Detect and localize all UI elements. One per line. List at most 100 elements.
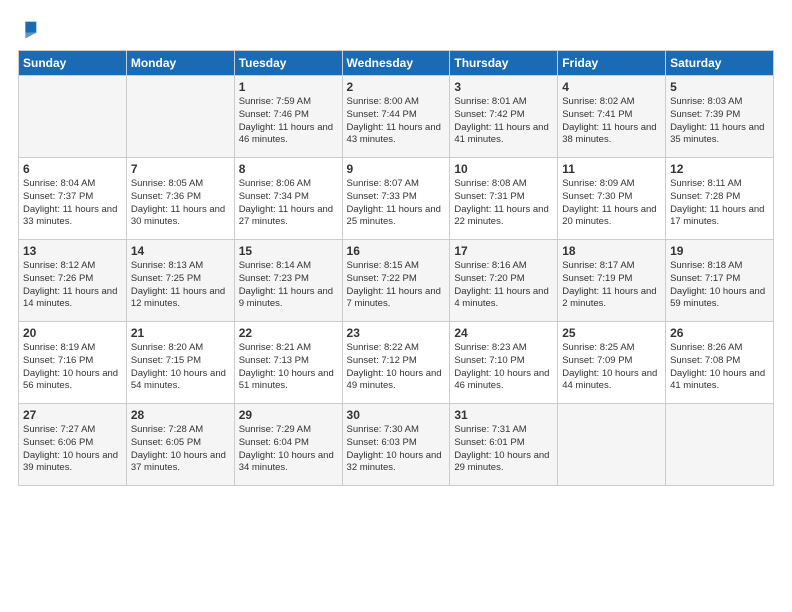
calendar-cell: 2 Sunrise: 8:00 AM Sunset: 7:44 PM Daylig… bbox=[342, 76, 450, 158]
calendar-cell: 28Sunrise: 7:28 AM Sunset: 6:05 PM Dayli… bbox=[126, 404, 234, 486]
day-number: 7 bbox=[131, 162, 230, 176]
calendar-body: 1 Sunrise: 7:59 AM Sunset: 7:46 PM Daylig… bbox=[19, 76, 774, 486]
cell-info: Sunrise: 8:08 AM Sunset: 7:31 PM Dayligh… bbox=[454, 178, 553, 229]
cell-info: Sunrise: 8:12 AM Sunset: 7:26 PM Dayligh… bbox=[23, 260, 122, 311]
calendar-cell: 16Sunrise: 8:15 AM Sunset: 7:22 PM Dayli… bbox=[342, 240, 450, 322]
calendar-cell bbox=[19, 76, 127, 158]
cell-info: Sunrise: 8:22 AM Sunset: 7:12 PM Dayligh… bbox=[347, 342, 446, 393]
calendar-cell: 11 Sunrise: 8:09 AM Sunset: 7:30 PM Dayli… bbox=[558, 158, 666, 240]
day-number: 13 bbox=[23, 244, 122, 258]
calendar-cell: 19 Sunrise: 8:18 AM Sunset: 7:17 PM Dayli… bbox=[666, 240, 774, 322]
page-container: SundayMondayTuesdayWednesdayThursdayFrid… bbox=[0, 0, 792, 496]
calendar-cell: 5 Sunrise: 8:03 AM Sunset: 7:39 PM Daylig… bbox=[666, 76, 774, 158]
column-header-thursday: Thursday bbox=[450, 51, 558, 76]
cell-info: Sunrise: 8:11 AM Sunset: 7:28 PM Dayligh… bbox=[670, 178, 769, 229]
calendar-cell: 14 Sunrise: 8:13 AM Sunset: 7:25 PM Dayli… bbox=[126, 240, 234, 322]
cell-info: Sunrise: 8:23 AM Sunset: 7:10 PM Dayligh… bbox=[454, 342, 553, 393]
cell-info: Sunrise: 8:00 AM Sunset: 7:44 PM Dayligh… bbox=[347, 96, 446, 147]
day-number: 8 bbox=[239, 162, 338, 176]
cell-info: Sunrise: 8:02 AM Sunset: 7:41 PM Dayligh… bbox=[562, 96, 661, 147]
week-row-4: 20 Sunrise: 8:19 AM Sunset: 7:16 PM Dayli… bbox=[19, 322, 774, 404]
calendar-cell: 9 Sunrise: 8:07 AM Sunset: 7:33 PM Daylig… bbox=[342, 158, 450, 240]
day-number: 18 bbox=[562, 244, 661, 258]
calendar-cell: 3Sunrise: 8:01 AM Sunset: 7:42 PM Daylig… bbox=[450, 76, 558, 158]
column-header-tuesday: Tuesday bbox=[234, 51, 342, 76]
cell-info: Sunrise: 8:20 AM Sunset: 7:15 PM Dayligh… bbox=[131, 342, 230, 393]
calendar-cell bbox=[558, 404, 666, 486]
day-number: 15 bbox=[239, 244, 338, 258]
calendar-cell: 27 Sunrise: 7:27 AM Sunset: 6:06 PM Dayli… bbox=[19, 404, 127, 486]
cell-info: Sunrise: 8:13 AM Sunset: 7:25 PM Dayligh… bbox=[131, 260, 230, 311]
cell-info: Sunrise: 7:29 AM Sunset: 6:04 PM Dayligh… bbox=[239, 424, 338, 475]
calendar-cell bbox=[666, 404, 774, 486]
cell-info: Sunrise: 8:04 AM Sunset: 7:37 PM Dayligh… bbox=[23, 178, 122, 229]
cell-info: Sunrise: 7:59 AM Sunset: 7:46 PM Dayligh… bbox=[239, 96, 338, 147]
column-header-wednesday: Wednesday bbox=[342, 51, 450, 76]
week-row-5: 27 Sunrise: 7:27 AM Sunset: 6:06 PM Dayli… bbox=[19, 404, 774, 486]
day-number: 3 bbox=[454, 80, 553, 94]
calendar-cell: 18 Sunrise: 8:17 AM Sunset: 7:19 PM Dayli… bbox=[558, 240, 666, 322]
cell-info: Sunrise: 8:07 AM Sunset: 7:33 PM Dayligh… bbox=[347, 178, 446, 229]
cell-info: Sunrise: 8:25 AM Sunset: 7:09 PM Dayligh… bbox=[562, 342, 661, 393]
day-number: 10 bbox=[454, 162, 553, 176]
day-number: 20 bbox=[23, 326, 122, 340]
column-header-saturday: Saturday bbox=[666, 51, 774, 76]
calendar-cell: 30 Sunrise: 7:30 AM Sunset: 6:03 PM Dayli… bbox=[342, 404, 450, 486]
calendar-cell: 24 Sunrise: 8:23 AM Sunset: 7:10 PM Dayli… bbox=[450, 322, 558, 404]
day-number: 5 bbox=[670, 80, 769, 94]
day-number: 22 bbox=[239, 326, 338, 340]
calendar-cell: 12 Sunrise: 8:11 AM Sunset: 7:28 PM Dayli… bbox=[666, 158, 774, 240]
calendar-table: SundayMondayTuesdayWednesdayThursdayFrid… bbox=[18, 50, 774, 486]
day-number: 27 bbox=[23, 408, 122, 422]
week-row-3: 13 Sunrise: 8:12 AM Sunset: 7:26 PM Dayli… bbox=[19, 240, 774, 322]
calendar-cell bbox=[126, 76, 234, 158]
day-number: 2 bbox=[347, 80, 446, 94]
day-number: 28 bbox=[131, 408, 230, 422]
day-number: 12 bbox=[670, 162, 769, 176]
day-number: 30 bbox=[347, 408, 446, 422]
cell-info: Sunrise: 8:18 AM Sunset: 7:17 PM Dayligh… bbox=[670, 260, 769, 311]
day-number: 17 bbox=[454, 244, 553, 258]
day-number: 1 bbox=[239, 80, 338, 94]
day-number: 26 bbox=[670, 326, 769, 340]
calendar-cell: 1 Sunrise: 7:59 AM Sunset: 7:46 PM Daylig… bbox=[234, 76, 342, 158]
cell-info: Sunrise: 8:17 AM Sunset: 7:19 PM Dayligh… bbox=[562, 260, 661, 311]
day-number: 23 bbox=[347, 326, 446, 340]
day-number: 9 bbox=[347, 162, 446, 176]
day-number: 14 bbox=[131, 244, 230, 258]
logo-icon bbox=[18, 18, 40, 40]
week-row-2: 6Sunrise: 8:04 AM Sunset: 7:37 PM Daylig… bbox=[19, 158, 774, 240]
cell-info: Sunrise: 8:03 AM Sunset: 7:39 PM Dayligh… bbox=[670, 96, 769, 147]
day-number: 31 bbox=[454, 408, 553, 422]
cell-info: Sunrise: 7:30 AM Sunset: 6:03 PM Dayligh… bbox=[347, 424, 446, 475]
calendar-cell: 23 Sunrise: 8:22 AM Sunset: 7:12 PM Dayli… bbox=[342, 322, 450, 404]
calendar-cell: 15Sunrise: 8:14 AM Sunset: 7:23 PM Dayli… bbox=[234, 240, 342, 322]
week-row-1: 1 Sunrise: 7:59 AM Sunset: 7:46 PM Daylig… bbox=[19, 76, 774, 158]
day-number: 11 bbox=[562, 162, 661, 176]
calendar-cell: 10 Sunrise: 8:08 AM Sunset: 7:31 PM Dayli… bbox=[450, 158, 558, 240]
header-row: SundayMondayTuesdayWednesdayThursdayFrid… bbox=[19, 51, 774, 76]
day-number: 25 bbox=[562, 326, 661, 340]
day-number: 19 bbox=[670, 244, 769, 258]
column-header-friday: Friday bbox=[558, 51, 666, 76]
calendar-cell: 7 Sunrise: 8:05 AM Sunset: 7:36 PM Daylig… bbox=[126, 158, 234, 240]
calendar-cell: 13 Sunrise: 8:12 AM Sunset: 7:26 PM Dayli… bbox=[19, 240, 127, 322]
calendar-cell: 4Sunrise: 8:02 AM Sunset: 7:41 PM Daylig… bbox=[558, 76, 666, 158]
cell-info: Sunrise: 8:26 AM Sunset: 7:08 PM Dayligh… bbox=[670, 342, 769, 393]
calendar-cell: 26 Sunrise: 8:26 AM Sunset: 7:08 PM Dayli… bbox=[666, 322, 774, 404]
column-header-sunday: Sunday bbox=[19, 51, 127, 76]
cell-info: Sunrise: 8:09 AM Sunset: 7:30 PM Dayligh… bbox=[562, 178, 661, 229]
calendar-cell: 22 Sunrise: 8:21 AM Sunset: 7:13 PM Dayli… bbox=[234, 322, 342, 404]
day-number: 24 bbox=[454, 326, 553, 340]
cell-info: Sunrise: 8:21 AM Sunset: 7:13 PM Dayligh… bbox=[239, 342, 338, 393]
cell-info: Sunrise: 7:27 AM Sunset: 6:06 PM Dayligh… bbox=[23, 424, 122, 475]
calendar-cell: 20 Sunrise: 8:19 AM Sunset: 7:16 PM Dayli… bbox=[19, 322, 127, 404]
cell-info: Sunrise: 8:19 AM Sunset: 7:16 PM Dayligh… bbox=[23, 342, 122, 393]
calendar-cell: 8Sunrise: 8:06 AM Sunset: 7:34 PM Daylig… bbox=[234, 158, 342, 240]
logo bbox=[18, 18, 44, 40]
cell-info: Sunrise: 7:31 AM Sunset: 6:01 PM Dayligh… bbox=[454, 424, 553, 475]
cell-info: Sunrise: 8:05 AM Sunset: 7:36 PM Dayligh… bbox=[131, 178, 230, 229]
calendar-cell: 29 Sunrise: 7:29 AM Sunset: 6:04 PM Dayli… bbox=[234, 404, 342, 486]
day-number: 29 bbox=[239, 408, 338, 422]
calendar-cell: 25 Sunrise: 8:25 AM Sunset: 7:09 PM Dayli… bbox=[558, 322, 666, 404]
